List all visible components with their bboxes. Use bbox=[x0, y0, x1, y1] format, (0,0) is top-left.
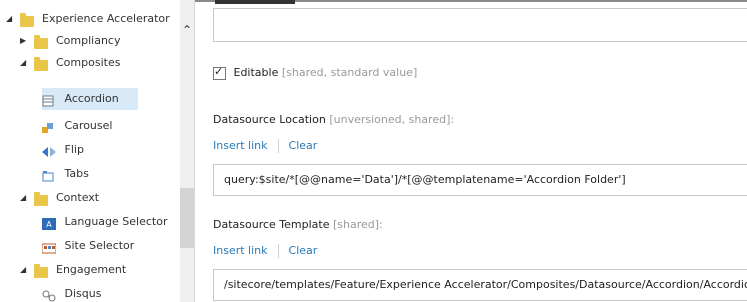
content-tree: ◢ Experience Accelerator ▶ Compliancy ◢ … bbox=[0, 0, 180, 302]
clear-button[interactable]: Clear bbox=[289, 244, 318, 257]
tree-item-flip[interactable]: Flip bbox=[42, 139, 84, 161]
expand-triangle-icon[interactable]: ▶ bbox=[20, 30, 30, 52]
datasource-location-links: Insert link Clear bbox=[213, 135, 317, 157]
collapse-triangle-icon[interactable]: ◢ bbox=[20, 187, 30, 209]
svg-text:A: A bbox=[46, 220, 52, 229]
collapse-triangle-icon[interactable]: ◢ bbox=[20, 259, 30, 281]
datasource-template-input[interactable]: /sitecore/templates/Feature/Experience A… bbox=[213, 269, 747, 301]
insert-link-button[interactable]: Insert link bbox=[213, 139, 268, 152]
active-tab-indicator bbox=[215, 0, 295, 4]
previous-field-input[interactable] bbox=[213, 8, 747, 42]
editable-field[interactable]: Editable [shared, standard value] bbox=[213, 65, 417, 80]
tree-item-disqus[interactable]: Disqus bbox=[42, 283, 101, 302]
folder-icon bbox=[33, 264, 48, 278]
tree-item-composites[interactable]: ◢ Composites bbox=[20, 52, 120, 74]
tree-item-tabs[interactable]: Tabs bbox=[42, 163, 89, 185]
disqus-icon bbox=[42, 288, 56, 302]
accordion-icon bbox=[42, 93, 56, 107]
tabs-icon bbox=[42, 168, 56, 182]
folder-icon bbox=[33, 192, 48, 206]
tree-item-language-selector[interactable]: A Language Selector bbox=[42, 211, 167, 233]
scrollbar-thumb[interactable] bbox=[180, 188, 194, 248]
tree-item-accordion[interactable]: Accordion bbox=[42, 88, 138, 110]
datasource-template-label: Datasource Template [shared]: bbox=[213, 218, 383, 231]
scroll-up-arrow-icon[interactable]: ⌃ bbox=[180, 22, 194, 38]
datasource-location-label: Datasource Location [unversioned, shared… bbox=[213, 113, 455, 126]
datasource-template-links: Insert link Clear bbox=[213, 240, 317, 262]
clear-button[interactable]: Clear bbox=[289, 139, 318, 152]
folder-icon bbox=[33, 35, 48, 49]
tree-scrollbar[interactable]: ⌃ bbox=[180, 0, 194, 302]
carousel-icon bbox=[42, 120, 56, 133]
editable-checkbox[interactable] bbox=[213, 65, 226, 80]
link-separator bbox=[277, 139, 279, 153]
tree-item-engagement[interactable]: ◢ Engagement bbox=[20, 259, 126, 281]
datasource-location-input[interactable]: query:$site/*[@@name='Data']/*[@@templat… bbox=[213, 164, 747, 196]
tree-item-carousel[interactable]: Carousel bbox=[42, 115, 112, 137]
folder-icon bbox=[19, 13, 34, 27]
site-selector-icon bbox=[41, 240, 57, 254]
tree-item-experience-accelerator[interactable]: ◢ Experience Accelerator bbox=[6, 8, 170, 30]
tree-item-compliancy[interactable]: ▶ Compliancy bbox=[20, 30, 121, 52]
tree-item-site-selector[interactable]: Site Selector bbox=[41, 235, 134, 257]
tab-strip bbox=[195, 0, 747, 4]
flip-icon bbox=[42, 144, 56, 157]
insert-link-button[interactable]: Insert link bbox=[213, 244, 268, 257]
tree-item-context[interactable]: ◢ Context bbox=[20, 187, 99, 209]
collapse-triangle-icon[interactable]: ◢ bbox=[20, 52, 30, 74]
collapse-triangle-icon[interactable]: ◢ bbox=[6, 8, 16, 30]
folder-icon bbox=[33, 57, 48, 71]
language-selector-icon: A bbox=[42, 216, 56, 230]
item-editor: Editable [shared, standard value] Dataso… bbox=[195, 0, 747, 302]
link-separator bbox=[277, 244, 279, 258]
